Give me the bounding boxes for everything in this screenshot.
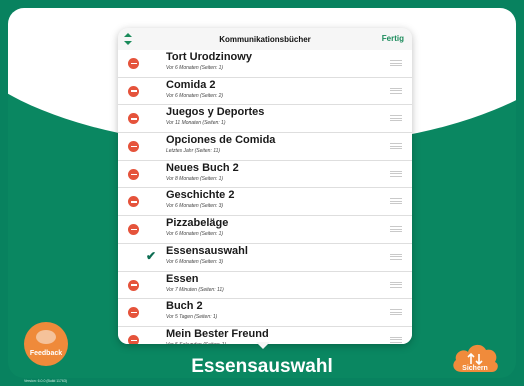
save-label: Sichern (462, 365, 488, 372)
book-subtitle: Vor 11 Monaten (Seiten: 1) (166, 120, 226, 127)
book-subtitle: Vor 6 Monaten (Seiten: 3) (166, 203, 224, 210)
drag-handle-icon[interactable] (390, 143, 402, 150)
book-row[interactable]: Tort Urodzinowy Vor 6 Monaten (Seiten: 1) (118, 50, 412, 78)
book-subtitle: Vor 5 Sekunden (Seiten: 1) (166, 342, 226, 344)
feedback-bubble-icon (36, 330, 56, 344)
current-book-title[interactable]: Essensauswahl (0, 356, 524, 378)
drag-handle-icon[interactable] (390, 170, 402, 177)
book-title: Tort Urodzinowy (166, 51, 252, 63)
book-subtitle: Vor 6 Monaten (Seiten: 3) (166, 258, 224, 265)
drag-handle-icon[interactable] (390, 226, 402, 233)
delete-icon[interactable] (128, 334, 139, 344)
drag-handle-icon[interactable] (390, 253, 402, 260)
book-row[interactable]: Juegos y Deportes Vor 11 Monaten (Seiten:… (118, 105, 412, 134)
book-subtitle: Vor 7 Minuten (Seiten: 11) (166, 286, 224, 293)
book-title: Comida 2 (166, 78, 216, 91)
book-row[interactable]: Essen Vor 7 Minuten (Seiten: 11) (118, 271, 412, 300)
feedback-button[interactable]: Feedback (24, 322, 68, 366)
book-title: Buch 2 (166, 300, 203, 313)
book-subtitle: Vor 6 Monaten (Seiten: 2) (166, 92, 224, 99)
version-text: Version: 6.0.0 (Build 11763) (24, 379, 67, 383)
book-subtitle: Letztes Jahr (Seiten: 11) (166, 148, 221, 155)
book-title: Opciones de Comida (166, 134, 276, 147)
book-subtitle: Vor 5 Tagen (Seiten: 1) (166, 314, 218, 321)
book-title: Mein Bester Freund (166, 327, 269, 340)
drag-handle-icon[interactable] (390, 115, 402, 122)
drag-handle-icon[interactable] (390, 281, 402, 288)
book-subtitle: Vor 6 Monaten (Seiten: 1) (166, 65, 224, 71)
book-row[interactable]: Opciones de Comida Letztes Jahr (Seiten: … (118, 133, 412, 161)
book-subtitle: Vor 6 Monaten (Seiten: 1) (166, 231, 224, 238)
delete-icon[interactable] (128, 58, 139, 69)
book-row[interactable]: Buch 2 Vor 5 Tagen (Seiten: 1) (118, 299, 412, 327)
books-list: Tort Urodzinowy Vor 6 Monaten (Seiten: 1)… (118, 50, 412, 344)
book-title: Neues Buch 2 (166, 161, 239, 174)
drag-handle-icon[interactable] (390, 87, 402, 94)
book-title: Essen (166, 272, 199, 285)
checkmark-icon: ✔ (146, 248, 157, 263)
delete-icon[interactable] (128, 224, 139, 236)
delete-icon[interactable] (128, 141, 139, 153)
delete-icon[interactable] (128, 113, 139, 125)
book-title: Essensauswahl (166, 244, 248, 257)
delete-icon[interactable] (128, 196, 139, 208)
delete-icon[interactable] (128, 168, 139, 180)
book-row[interactable]: Pizzabeläge Vor 6 Monaten (Seiten: 1) (118, 216, 412, 244)
drag-handle-icon[interactable] (390, 60, 402, 66)
sort-icon[interactable] (124, 33, 132, 45)
book-row[interactable]: ✔ Essensauswahl Vor 6 Monaten (Seiten: 3) (118, 243, 412, 272)
book-row[interactable]: Comida 2 Vor 6 Monaten (Seiten: 2) (118, 77, 412, 106)
popover-header: Kommunikationsbücher Fertig (118, 28, 412, 51)
drag-handle-icon[interactable] (390, 198, 402, 205)
book-row[interactable]: Neues Buch 2 Vor 8 Monaten (Seiten: 1) (118, 160, 412, 189)
drag-handle-icon[interactable] (390, 336, 402, 343)
delete-icon[interactable] (128, 85, 139, 97)
delete-icon[interactable] (128, 307, 139, 319)
done-button[interactable]: Fertig (382, 34, 404, 43)
drag-handle-icon[interactable] (390, 309, 402, 316)
book-subtitle: Vor 8 Monaten (Seiten: 1) (166, 175, 224, 182)
books-popover: Kommunikationsbücher Fertig Tort Urodzin… (118, 28, 412, 344)
delete-icon[interactable] (128, 279, 139, 291)
book-title: Juegos y Deportes (166, 106, 265, 119)
popover-title: Kommunikationsbücher (219, 34, 311, 44)
book-title: Geschichte 2 (166, 189, 235, 202)
book-row[interactable]: Geschichte 2 Vor 6 Monaten (Seiten: 3) (118, 188, 412, 217)
book-title: Pizzabeläge (166, 217, 229, 230)
feedback-label: Feedback (29, 350, 63, 357)
save-button[interactable]: Sichern (448, 338, 502, 376)
popover-arrow (256, 342, 270, 349)
